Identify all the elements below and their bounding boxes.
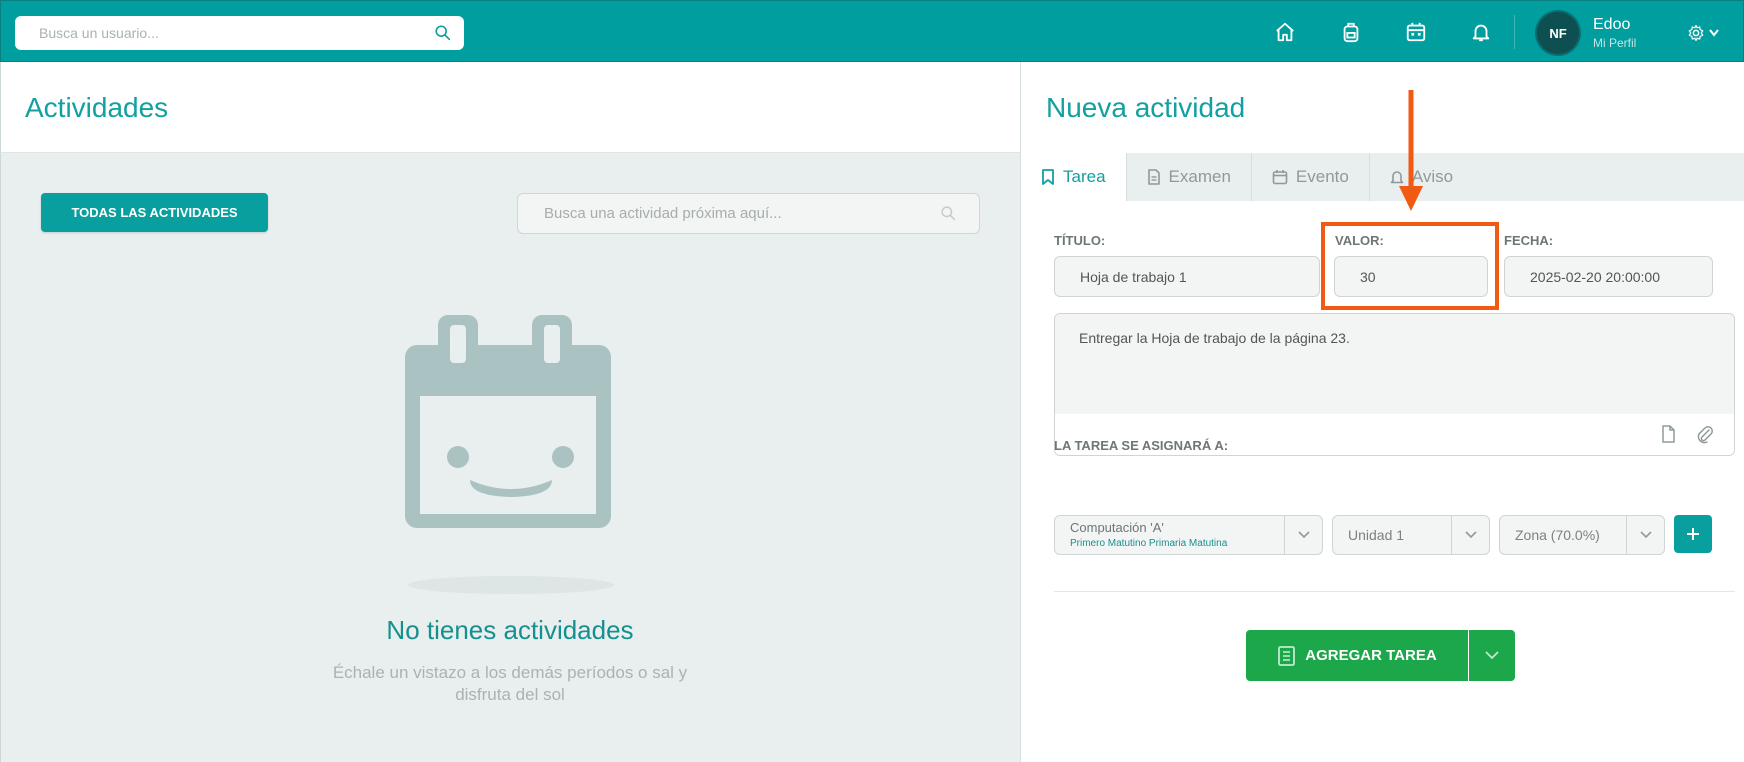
all-activities-button[interactable]: TODAS LAS ACTIVIDADES xyxy=(41,193,268,232)
tab-tarea[interactable]: Tarea xyxy=(1021,153,1127,201)
unit-select[interactable]: Unidad 1 xyxy=(1332,515,1490,555)
assign-label: LA TAREA SE ASIGNARÁ A: xyxy=(1054,438,1229,453)
gear-icon xyxy=(1688,24,1704,42)
top-navbar: NF Edoo Mi Perfil xyxy=(0,0,1744,62)
description-editor: Entregar la Hoja de trabajo de la página… xyxy=(1054,313,1735,456)
backpack-icon[interactable] xyxy=(1339,20,1363,44)
paperclip-icon[interactable] xyxy=(1695,424,1715,444)
chevron-down-icon xyxy=(1451,516,1489,554)
search-icon[interactable] xyxy=(940,205,957,222)
chevron-down-icon xyxy=(1485,651,1499,660)
profile-link[interactable]: Mi Perfil xyxy=(1593,36,1636,50)
navbar-divider xyxy=(1514,15,1515,49)
tab-evento[interactable]: Evento xyxy=(1252,153,1370,201)
title-label: TÍTULO: xyxy=(1054,233,1106,248)
plus-icon xyxy=(1687,528,1699,540)
settings-menu[interactable] xyxy=(1687,22,1727,44)
add-task-label: AGREGAR TAREA xyxy=(1305,647,1437,664)
course-select[interactable]: Computación 'A' Primero Matutino Primari… xyxy=(1054,515,1323,555)
zone-select[interactable]: Zona (70.0%) xyxy=(1499,515,1665,555)
divider xyxy=(1054,591,1735,592)
add-assignment-button[interactable] xyxy=(1674,515,1712,553)
empty-state-subtitle: Échale un vistazo a los demás períodos o… xyxy=(332,663,688,704)
empty-state-title: No tienes actividades xyxy=(386,615,634,645)
add-task-button[interactable]: AGREGAR TAREA xyxy=(1246,630,1468,681)
document-icon xyxy=(1147,169,1160,185)
activity-search-input[interactable] xyxy=(518,194,928,233)
user-search-input[interactable] xyxy=(15,16,415,50)
annotation-highlight-box xyxy=(1321,222,1499,310)
activity-search xyxy=(517,193,980,234)
calendar-icon[interactable] xyxy=(1404,20,1428,44)
add-task-options-button[interactable] xyxy=(1469,630,1515,681)
chevron-down-icon xyxy=(1626,516,1664,554)
empty-calendar-illustration xyxy=(405,315,614,594)
calendar-icon xyxy=(1272,170,1288,185)
avatar[interactable]: NF xyxy=(1537,12,1579,54)
search-icon[interactable] xyxy=(434,24,452,42)
activities-header: Actividades xyxy=(0,62,1020,153)
activity-type-tabs: Tarea Examen Evento Aviso xyxy=(1021,153,1744,201)
bell-icon[interactable] xyxy=(1469,20,1493,44)
caret-down-icon xyxy=(1709,29,1719,37)
page-title: Actividades xyxy=(25,92,169,123)
description-textarea[interactable]: Entregar la Hoja de trabajo de la página… xyxy=(1055,314,1734,414)
chevron-down-icon xyxy=(1284,516,1322,554)
annotation-arrow xyxy=(1399,90,1423,211)
title-input[interactable] xyxy=(1054,256,1320,297)
course-name: Computación 'A' xyxy=(1070,520,1164,535)
tab-examen[interactable]: Examen xyxy=(1127,153,1252,201)
profile-name[interactable]: Edoo xyxy=(1593,16,1630,34)
user-search xyxy=(15,16,464,50)
course-section: Primero Matutino Primaria Matutina xyxy=(1070,538,1228,549)
tab-label: Examen xyxy=(1168,167,1231,186)
zone-value: Zona (70.0%) xyxy=(1515,527,1600,543)
tab-label: Evento xyxy=(1295,167,1349,186)
unit-value: Unidad 1 xyxy=(1348,527,1405,543)
file-icon[interactable] xyxy=(1658,424,1678,444)
panel-title: Nueva actividad xyxy=(1046,92,1246,123)
home-icon[interactable] xyxy=(1273,20,1297,44)
date-input[interactable] xyxy=(1504,256,1713,297)
book-icon xyxy=(1278,645,1296,666)
bookmark-icon xyxy=(1042,169,1054,185)
new-activity-panel: Nueva actividad Tarea Examen Evento Avis… xyxy=(1020,62,1744,762)
date-label: FECHA: xyxy=(1504,233,1554,248)
tab-label: Tarea xyxy=(1063,167,1106,186)
